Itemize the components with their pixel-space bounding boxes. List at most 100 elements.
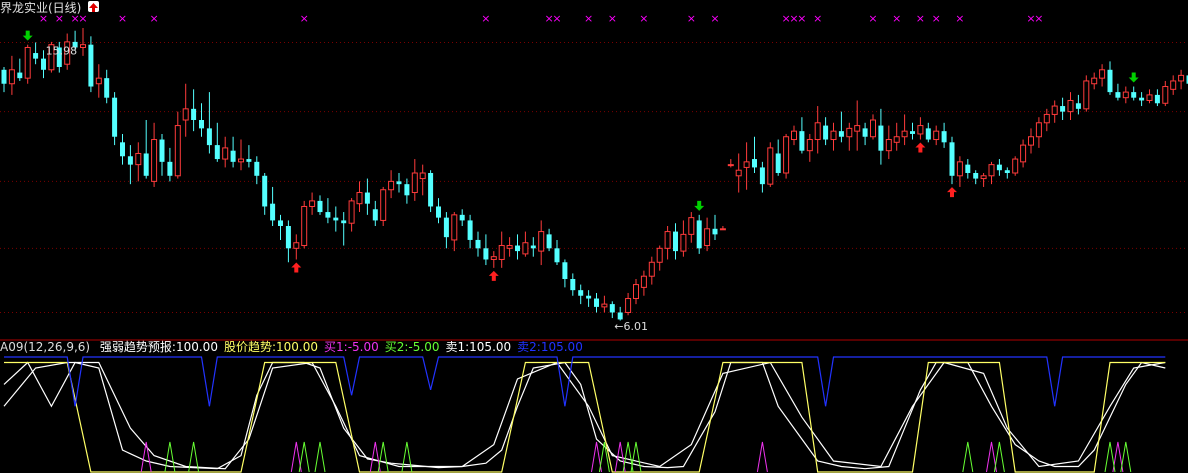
candle-body: [1115, 92, 1121, 98]
candle-body: [364, 192, 370, 204]
candle-body: [712, 228, 718, 235]
candle-body: [696, 220, 702, 249]
indicator-legend: A09(12,26,9,6) 强弱趋势预报:100.00 股价趋势:100.00 买…: [0, 339, 589, 355]
candle-body: [530, 245, 536, 249]
marker-x: ×: [687, 12, 696, 25]
marker-x: ×: [813, 12, 822, 25]
candle-body: [688, 217, 695, 235]
candle-body: [1162, 86, 1169, 104]
candle-body: [222, 147, 229, 160]
candle-body: [878, 125, 884, 151]
candle-body: [191, 108, 197, 120]
candle-body: [80, 44, 86, 48]
marker-x: ×: [932, 12, 941, 25]
candle: [783, 133, 790, 179]
candle-body: [838, 131, 844, 137]
candle-body: [419, 172, 426, 180]
candle-body: [570, 279, 576, 291]
candle-body: [823, 125, 829, 140]
candle-body: [278, 220, 283, 226]
candle-body: [301, 205, 308, 247]
candle-body: [515, 245, 520, 252]
candle-body: [467, 220, 473, 240]
candle-body: [885, 139, 892, 152]
candle-body: [949, 142, 955, 176]
candle-body: [1020, 144, 1027, 163]
candle-body: [522, 242, 529, 255]
marker-x: ×: [481, 12, 490, 25]
candle-body: [143, 153, 149, 176]
marker-x: ×: [1034, 12, 1043, 25]
marker-x: ×: [608, 12, 617, 25]
candle-body: [325, 212, 331, 218]
candle-body: [1146, 94, 1153, 101]
candle-body: [483, 248, 489, 260]
candle-body: [199, 120, 204, 129]
candle-body: [270, 203, 276, 221]
candle: [1083, 75, 1090, 112]
legend-item: 买2:-5.00: [384, 340, 440, 354]
indicator-name: A09(12,26,9,6): [0, 340, 91, 354]
candle-body: [933, 130, 940, 141]
candle-body: [965, 164, 971, 173]
candle-body: [127, 156, 133, 165]
candle-body: [846, 127, 853, 138]
candle-body: [648, 261, 655, 277]
candle-body: [230, 150, 236, 162]
candle-body: [799, 131, 805, 151]
candle-body: [498, 245, 505, 260]
candle-body: [609, 304, 615, 313]
candle-body: [538, 231, 545, 252]
candle-body: [830, 130, 837, 141]
candle-body: [925, 128, 931, 140]
candle-body: [735, 169, 742, 177]
candle-body: [673, 231, 678, 252]
candle-body: [1178, 74, 1185, 82]
candle-body: [956, 161, 963, 177]
candle-body: [159, 139, 165, 162]
candle-body: [8, 69, 15, 85]
marker-x: ×: [916, 12, 925, 25]
candle-body: [601, 303, 608, 308]
marker-x: ×: [552, 12, 561, 25]
candle-body: [388, 180, 395, 191]
candle: [24, 44, 31, 84]
candle-body: [182, 108, 189, 121]
candle-body: [214, 145, 220, 160]
candle-body: [901, 130, 908, 138]
candle-body: [1, 69, 7, 84]
candle-body: [594, 298, 599, 307]
candle-body: [262, 175, 268, 207]
candle-body: [910, 131, 915, 134]
candle-body: [151, 139, 158, 182]
candle-body: [443, 217, 449, 238]
candle-body: [506, 245, 513, 249]
candle-body: [1012, 158, 1019, 174]
candle-body: [95, 77, 102, 85]
candle-body: [562, 262, 568, 279]
candle-body: [451, 214, 458, 241]
candle-body: [1099, 69, 1106, 79]
candle-body: [254, 161, 260, 176]
candle-body: [640, 275, 647, 288]
candle-body: [1028, 136, 1034, 146]
candle-body: [727, 164, 734, 167]
candle-body: [380, 189, 387, 221]
candle-body: [206, 128, 212, 146]
candle-body: [625, 298, 632, 313]
candle-body: [41, 58, 46, 70]
candle-body: [814, 122, 821, 141]
candle-body: [719, 228, 726, 231]
candle-body: [617, 312, 623, 320]
candle-body: [333, 217, 339, 221]
candle-body: [174, 125, 181, 177]
candle-body: [17, 72, 23, 79]
candle-body: [862, 128, 868, 137]
candle-body: [704, 228, 711, 247]
candle-body: [1043, 113, 1050, 124]
candle-body: [586, 295, 592, 299]
candle-body: [317, 200, 323, 213]
marker-x: ×: [955, 12, 964, 25]
candle-body: [973, 173, 979, 179]
marker-x: ×: [797, 12, 806, 25]
